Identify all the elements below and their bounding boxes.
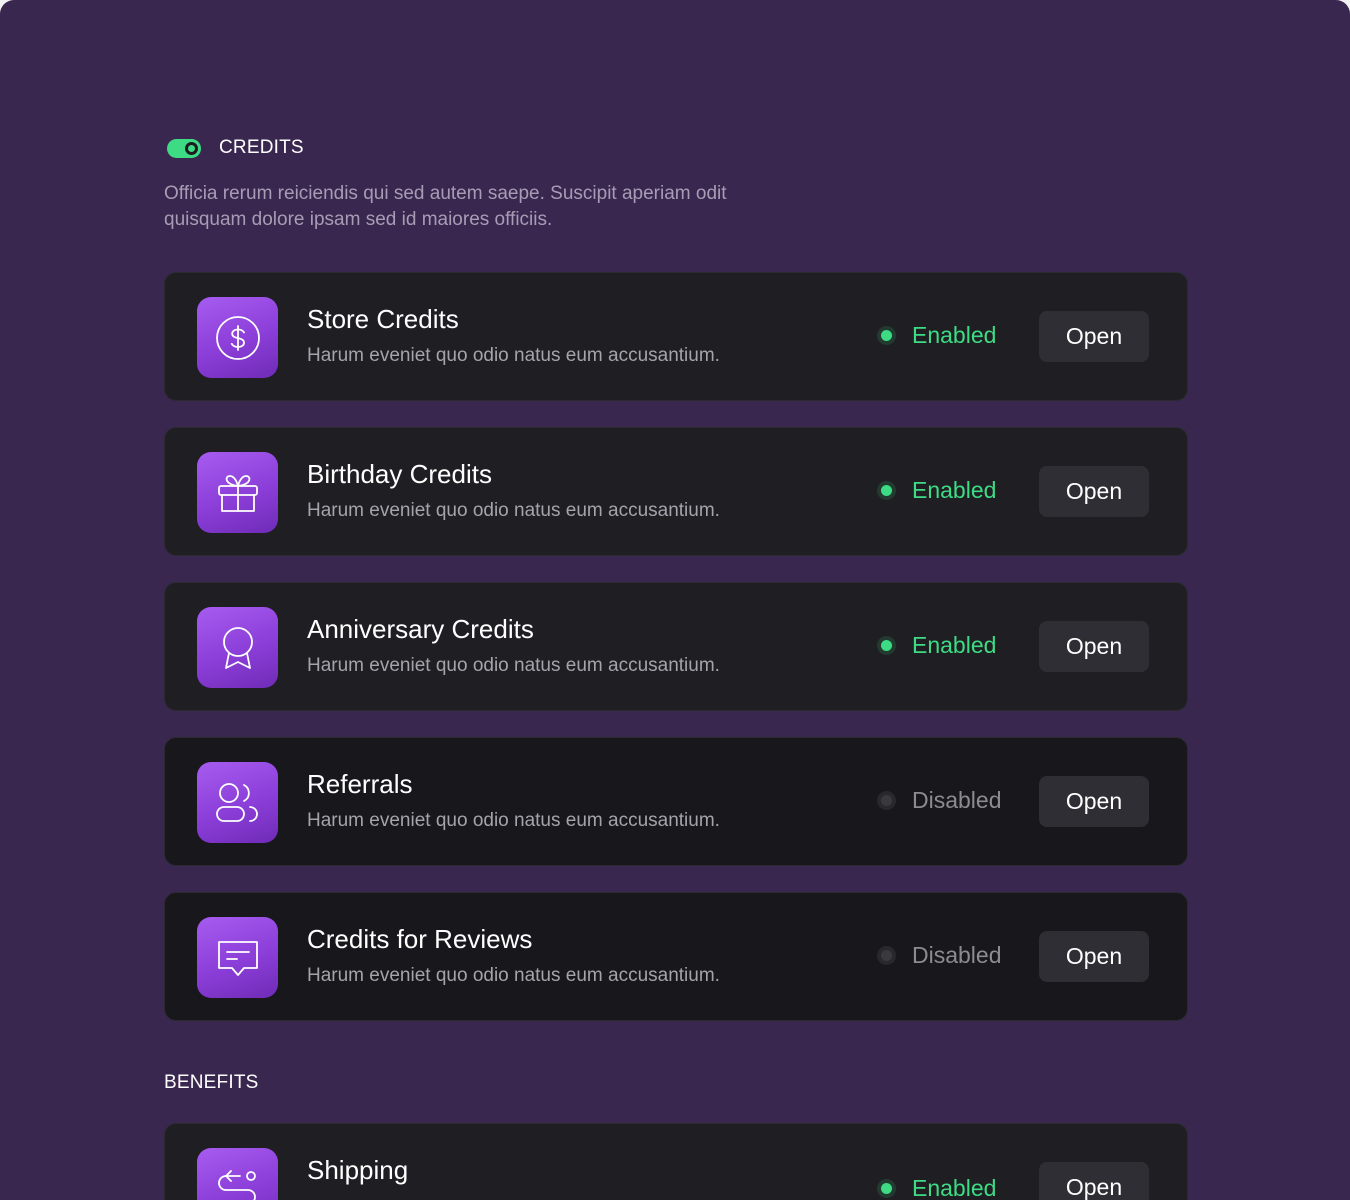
route-icon (217, 1169, 256, 1200)
status-dot (881, 795, 892, 806)
open-button[interactable]: Open (1039, 776, 1149, 827)
card-icon-tile (197, 917, 278, 998)
status-dot (881, 950, 892, 961)
card-birthday-credits: Birthday Credits Harum eveniet quo odio … (164, 427, 1188, 556)
card-title: Referrals (307, 769, 413, 799)
status-dot (881, 1183, 892, 1194)
card-icon-tile (197, 297, 278, 378)
credits-toggle[interactable] (167, 138, 201, 158)
status-dot (881, 640, 892, 651)
status-badge: Enabled (881, 322, 996, 349)
benefits-section-title: BENEFITS (164, 1072, 259, 1093)
status-label: Enabled (912, 477, 997, 503)
status-dot (881, 330, 892, 341)
card-store-credits: Store Credits Harum eveniet quo odio nat… (164, 272, 1188, 401)
status-label: Enabled (912, 322, 997, 348)
card-title: Anniversary Credits (307, 614, 534, 644)
open-button[interactable]: Open (1039, 621, 1149, 672)
open-button[interactable]: Open (1039, 931, 1149, 982)
card-title: Shipping (307, 1155, 409, 1185)
credits-section-title: CREDITS (219, 137, 304, 158)
card-description: Harum eveniet quo odio natus eum accusan… (307, 500, 720, 521)
status-dot (881, 485, 892, 496)
status-badge: Enabled (881, 477, 996, 504)
status-label: Disabled (912, 787, 1002, 813)
card-anniversary-credits: Anniversary Credits Harum eveniet quo od… (164, 582, 1188, 711)
card-title: Store Credits (307, 304, 459, 334)
card-credits-for-reviews: Credits for Reviews Harum eveniet quo od… (164, 892, 1188, 1021)
card-icon-tile (197, 452, 278, 533)
card-icon-tile (197, 607, 278, 688)
users-icon (215, 782, 258, 822)
credits-section-header: CREDITS (164, 137, 304, 159)
award-ribbon-icon (222, 626, 253, 669)
status-label: Enabled (912, 1175, 997, 1200)
status-label: Disabled (912, 942, 1002, 968)
status-label: Enabled (912, 632, 997, 658)
card-description: Harum eveniet quo odio natus eum accusan… (307, 345, 720, 366)
dollar-coin-icon (215, 315, 260, 360)
status-badge: Disabled (881, 787, 1002, 814)
card-description: Harum eveniet quo odio natus eum accusan… (307, 810, 720, 831)
gift-icon (217, 474, 258, 512)
benefits-section-header: BENEFITS (164, 1072, 259, 1094)
card-icon-tile (197, 762, 278, 843)
open-button[interactable]: Open (1039, 311, 1149, 362)
open-button[interactable]: Open (1039, 466, 1149, 517)
status-badge: Enabled (881, 632, 996, 659)
card-title: Credits for Reviews (307, 924, 533, 954)
page-frame: CREDITS Officia rerum reiciendis qui sed… (0, 0, 1350, 1200)
card-icon-tile (197, 1148, 278, 1200)
open-button[interactable]: Open (1039, 1162, 1149, 1200)
card-title: Birthday Credits (307, 459, 492, 489)
chat-message-icon (217, 940, 258, 976)
status-badge: Enabled (881, 1175, 996, 1200)
status-badge: Disabled (881, 942, 1002, 969)
card-shipping: Shipping Enabled Open (164, 1123, 1188, 1200)
card-referrals: Referrals Harum eveniet quo odio natus e… (164, 737, 1188, 866)
credits-section-description: Officia rerum reiciendis qui sed autem s… (164, 183, 727, 230)
card-description: Harum eveniet quo odio natus eum accusan… (307, 655, 720, 676)
toggle-knob (185, 141, 198, 155)
card-description: Harum eveniet quo odio natus eum accusan… (307, 965, 720, 986)
